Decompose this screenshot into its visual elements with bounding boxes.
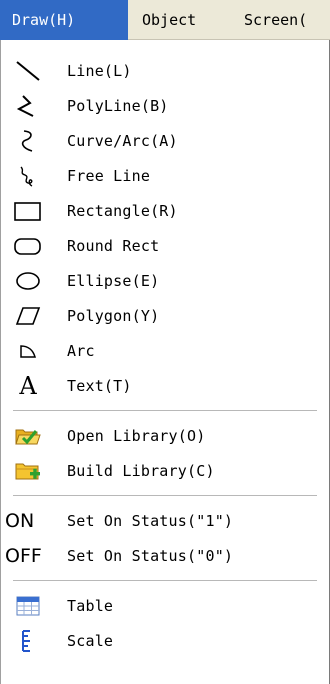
- menu-item-curve-arc[interactable]: Curve/Arc(A): [1, 124, 329, 158]
- menu-item-label: Curve/Arc(A): [67, 132, 178, 150]
- menu-draw[interactable]: Draw(H): [0, 0, 128, 40]
- menu-draw-label: Draw(H): [12, 11, 76, 29]
- menu-item-label: Text(T): [67, 377, 132, 395]
- menu-item-label: Ellipse(E): [67, 272, 160, 290]
- off-icon: OFF: [5, 543, 63, 569]
- menu-separator: [13, 410, 317, 412]
- menu-item-label: Arc: [67, 342, 95, 360]
- menu-item-label: Table: [67, 597, 114, 615]
- text-icon-glyph: A: [19, 372, 37, 400]
- menu-item-free-line[interactable]: Free Line: [1, 159, 329, 193]
- menu-item-arc[interactable]: Arc: [1, 334, 329, 368]
- draw-menu-dropdown: Line(L) PolyLine(B) Curve/Arc(A) Free Li…: [0, 40, 330, 684]
- menu-item-rectangle[interactable]: Rectangle(R): [1, 194, 329, 228]
- menu-object-label: Object: [142, 11, 197, 29]
- round-rect-icon: [13, 233, 43, 259]
- menu-item-round-rect[interactable]: Round Rect: [1, 229, 329, 263]
- menu-item-label: Set On Status("1"): [67, 512, 234, 530]
- on-icon-text: ON: [5, 509, 35, 532]
- free-line-icon: [13, 163, 43, 189]
- menu-item-polyline[interactable]: PolyLine(B): [1, 89, 329, 123]
- menu-item-ellipse[interactable]: Ellipse(E): [1, 264, 329, 298]
- menu-object[interactable]: Object: [142, 0, 196, 40]
- polyline-icon: [13, 93, 43, 119]
- menu-item-scale[interactable]: Scale: [1, 624, 329, 658]
- menu-item-label: Line(L): [67, 62, 132, 80]
- menu-item-label: Rectangle(R): [67, 202, 178, 220]
- menu-item-label: PolyLine(B): [67, 97, 169, 115]
- menu-item-text[interactable]: A Text(T): [1, 369, 329, 403]
- polygon-icon: [13, 303, 43, 329]
- menu-item-label: Set On Status("0"): [67, 547, 234, 565]
- menu-bar: Draw(H) Object Screen(: [0, 0, 330, 40]
- line-icon: [13, 58, 43, 84]
- menu-item-label: Round Rect: [67, 237, 160, 255]
- rectangle-icon: [13, 198, 43, 224]
- menu-screen-label: Screen(: [244, 11, 308, 29]
- on-icon: ON: [5, 508, 55, 534]
- menu-screen[interactable]: Screen(: [244, 0, 307, 40]
- menu-item-polygon[interactable]: Polygon(Y): [1, 299, 329, 333]
- table-icon: [13, 593, 43, 619]
- curve-icon: [13, 128, 43, 154]
- menu-item-label: Open Library(O): [67, 427, 206, 445]
- menu-item-line[interactable]: Line(L): [1, 54, 329, 88]
- menu-item-build-library[interactable]: Build Library(C): [1, 454, 329, 488]
- ellipse-icon: [13, 268, 43, 294]
- off-icon-text: OFF: [5, 544, 42, 567]
- menu-item-open-library[interactable]: Open Library(O): [1, 419, 329, 453]
- menu-item-label: Polygon(Y): [67, 307, 160, 325]
- arc-icon: [13, 338, 43, 364]
- open-folder-icon: [13, 423, 43, 449]
- menu-item-label: Free Line: [67, 167, 151, 185]
- menu-separator: [13, 580, 317, 582]
- menu-item-table[interactable]: Table: [1, 589, 329, 623]
- menu-item-label: Scale: [67, 632, 114, 650]
- menu-separator: [13, 495, 317, 497]
- menu-item-set-on-status-0[interactable]: OFF Set On Status("0"): [1, 539, 329, 573]
- text-icon: A: [13, 373, 43, 399]
- menu-item-label: Build Library(C): [67, 462, 215, 480]
- scale-icon: [13, 628, 43, 654]
- new-folder-icon: [13, 458, 43, 484]
- menu-item-set-on-status-1[interactable]: ON Set On Status("1"): [1, 504, 329, 538]
